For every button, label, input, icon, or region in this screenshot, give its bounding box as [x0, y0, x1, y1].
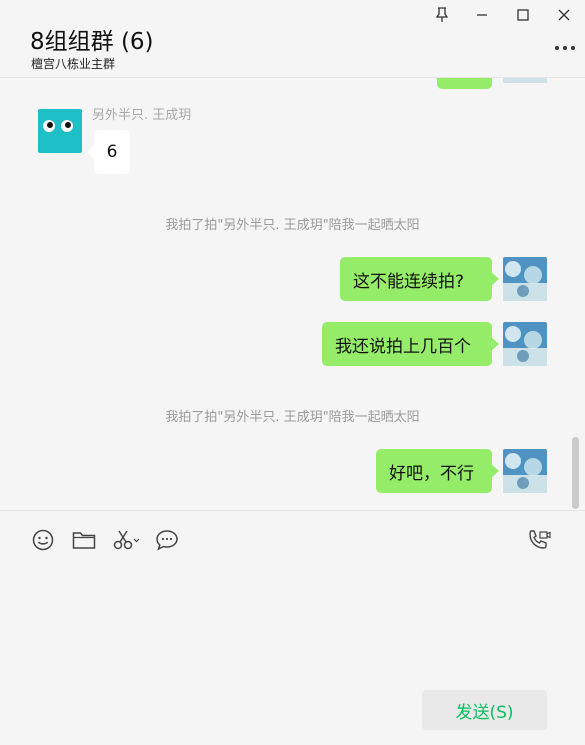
pin-icon[interactable] [431, 4, 453, 26]
my-avatar[interactable] [503, 322, 547, 366]
chat-header: 8组组群 (6) 檀宫八栋业主群 [0, 0, 585, 78]
maximize-icon[interactable] [512, 4, 534, 26]
chat-scrollbar[interactable] [572, 437, 579, 509]
input-toolbar [0, 510, 585, 569]
emoji-icon[interactable] [30, 527, 56, 553]
my-avatar[interactable] [503, 78, 547, 83]
chat-messages[interactable]: 另外半只. 王成玥 6 我拍了拍"另外半只. 王成玥"陪我一起晒太阳 这不能连续… [0, 78, 585, 510]
my-avatar[interactable] [503, 257, 547, 301]
send-button[interactable]: 发送(S) [422, 690, 547, 730]
sender-name: 另外半只. 王成玥 [92, 108, 192, 123]
chat-title: 8组组群 (6) [30, 29, 154, 55]
system-message: 我拍了拍"另外半只. 王成玥"陪我一起晒太阳 [165, 218, 420, 233]
video-call-icon[interactable] [526, 527, 552, 553]
system-message: 我拍了拍"另外半只. 王成玥"陪我一起晒太阳 [165, 410, 420, 425]
scissors-icon[interactable] [112, 527, 142, 553]
sender-avatar[interactable] [38, 109, 82, 153]
message-bubble-sent[interactable]: 好吧，不行 [376, 449, 499, 493]
my-avatar[interactable] [503, 449, 547, 493]
minimize-icon[interactable] [471, 4, 493, 26]
message-bubble-received[interactable]: 6 [87, 130, 130, 174]
message-bubble-sent[interactable]: 我还说拍上几百个 [322, 322, 499, 366]
message-bubble-partial[interactable] [437, 78, 492, 89]
chat-bubble-icon[interactable] [154, 527, 180, 553]
close-icon[interactable] [553, 4, 575, 26]
message-input[interactable] [0, 568, 585, 683]
folder-icon[interactable] [71, 527, 97, 553]
chat-subtitle: 檀宫八栋业主群 [31, 57, 116, 71]
more-icon[interactable] [552, 38, 578, 58]
message-bubble-sent[interactable]: 这不能连续拍? [340, 257, 499, 301]
